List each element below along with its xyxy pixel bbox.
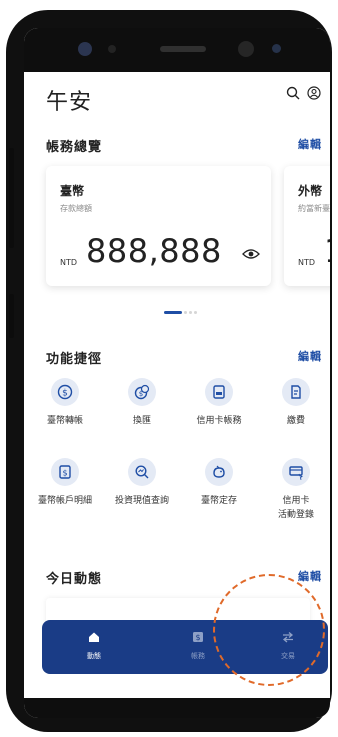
- dollar-coin-icon: $: [51, 378, 79, 406]
- time-deposit-icon: [205, 458, 233, 486]
- shortcut-label: 臺幣轉帳: [46, 416, 83, 426]
- pager-dot-active[interactable]: [164, 311, 182, 314]
- shortcut-label: 繳費: [286, 416, 305, 426]
- sensor: [108, 45, 116, 53]
- balance-amount: 888,888: [86, 232, 222, 270]
- shortcut-time-deposit[interactable]: 臺幣定存: [184, 458, 254, 508]
- card-subtitle: 約當新臺幣: [298, 204, 330, 213]
- shortcut-label: 臺幣帳戶明細: [37, 496, 92, 506]
- shortcut-label: 信用卡 活動登錄: [277, 496, 314, 520]
- shortcut-exchange[interactable]: $ 換匯: [107, 378, 177, 428]
- shortcuts-title: 功能捷徑: [46, 352, 103, 367]
- front-camera: [78, 42, 92, 56]
- earpiece-speaker: [160, 46, 206, 52]
- credit-card-bill-icon: [205, 378, 233, 406]
- balance-amount: 1: [324, 232, 330, 270]
- top-bezel: [24, 28, 330, 72]
- svg-text:$: $: [62, 389, 68, 399]
- card-title: 臺幣: [60, 184, 85, 198]
- currency-exchange-icon: $: [128, 378, 156, 406]
- currency-code: NTD: [60, 258, 78, 267]
- shortcut-credit-card-bill[interactable]: 信用卡帳務: [184, 378, 254, 428]
- shortcut-payment[interactable]: 繳費: [261, 378, 330, 428]
- twd-account-card[interactable]: 臺幣 存款總額 NTD 888,888: [46, 166, 271, 286]
- card-subtitle: 存款總額: [60, 204, 92, 213]
- account-dollar-icon: $: [193, 632, 203, 642]
- front-camera-secondary: [238, 41, 254, 57]
- card-event-icon: [282, 458, 310, 486]
- nav-tab-dynamics[interactable]: 動態: [64, 628, 124, 661]
- side-button-power: [9, 294, 14, 338]
- svg-text:$: $: [195, 633, 200, 642]
- search-icon[interactable]: [286, 86, 300, 100]
- shortcut-label: 投資現值查詢: [114, 496, 169, 506]
- card-title: 外幣: [298, 184, 323, 198]
- foreign-currency-card[interactable]: 外幣 約當新臺幣 NTD 1: [284, 166, 330, 286]
- shortcut-investment-query[interactable]: 投資現值查詢: [107, 458, 177, 508]
- today-edit-link[interactable]: 編輯: [298, 568, 322, 584]
- nav-label: 動態: [87, 652, 101, 660]
- pager-dot[interactable]: [194, 311, 197, 314]
- side-button-volume: [9, 148, 14, 248]
- shortcut-label: 臺幣定存: [200, 496, 237, 506]
- greeting-title: 午安: [46, 90, 93, 115]
- svg-text:$: $: [139, 390, 143, 398]
- eye-icon[interactable]: [242, 248, 260, 260]
- proximity-sensor: [272, 44, 281, 53]
- shortcuts-edit-link[interactable]: 編輯: [298, 348, 322, 364]
- account-statement-icon: $: [51, 458, 79, 486]
- pager-dot[interactable]: [184, 311, 187, 314]
- shortcut-label: 信用卡帳務: [196, 416, 242, 426]
- shortcut-account-statement[interactable]: $ 臺幣帳戶明細: [30, 458, 100, 508]
- overview-title: 帳務總覽: [46, 140, 103, 155]
- bottom-bezel: [24, 698, 330, 718]
- currency-code: NTD: [298, 258, 316, 267]
- shortcut-label: 換匯: [132, 416, 151, 426]
- svg-text:$: $: [62, 469, 67, 478]
- shortcut-twd-transfer[interactable]: $ 臺幣轉帳: [30, 378, 100, 428]
- pager-dot[interactable]: [189, 311, 192, 314]
- overview-edit-link[interactable]: 編輯: [298, 136, 322, 152]
- highlight-ring: [213, 574, 325, 686]
- investment-search-icon: [128, 458, 156, 486]
- shortcut-card-event-registration[interactable]: 信用卡 活動登錄: [261, 458, 330, 522]
- user-profile-icon[interactable]: [307, 86, 321, 100]
- carousel-pager: [164, 311, 199, 315]
- today-title: 今日動態: [46, 572, 103, 587]
- payment-receipt-icon: [282, 378, 310, 406]
- home-icon: [89, 632, 99, 642]
